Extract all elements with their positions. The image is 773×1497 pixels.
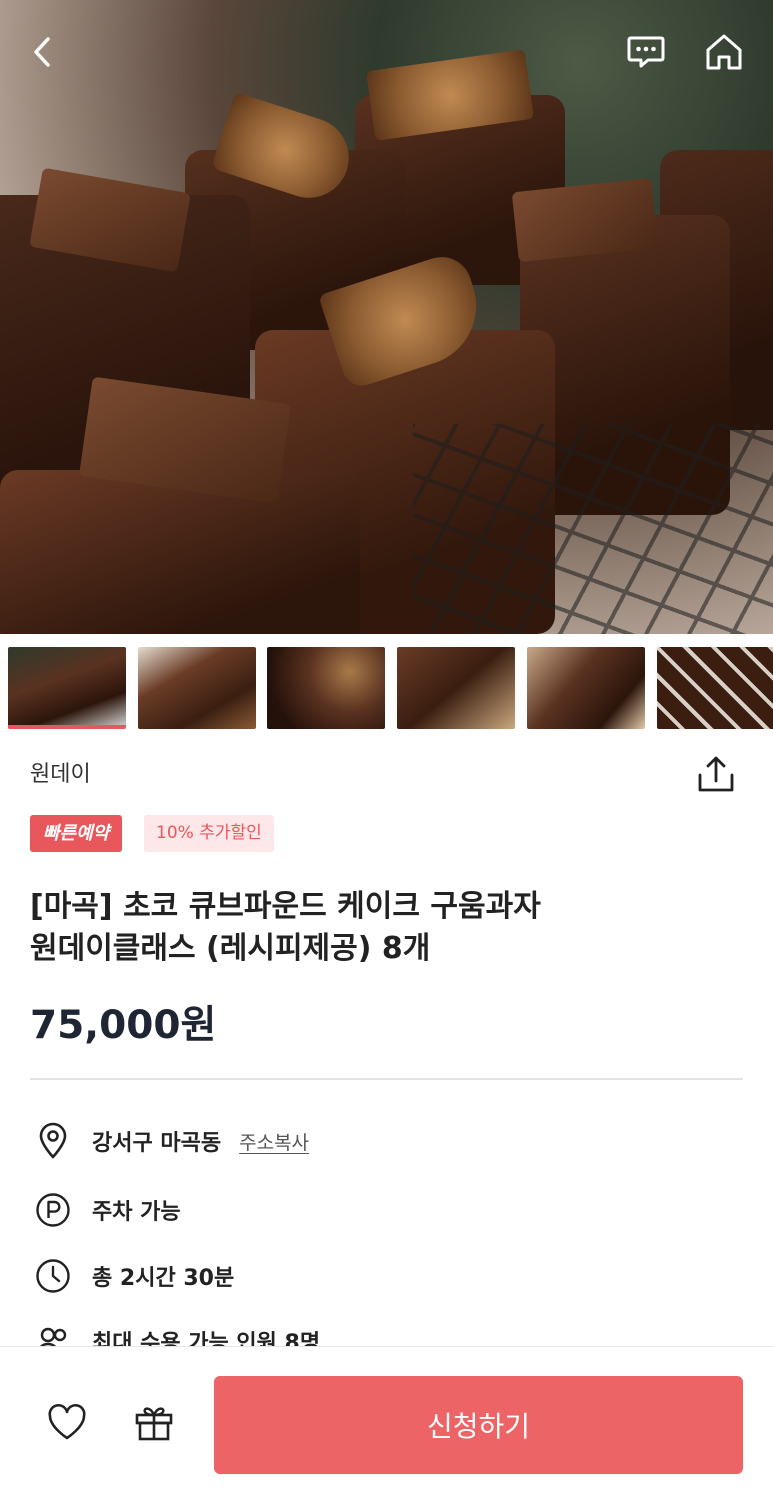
thumbnail-4[interactable] [397, 647, 515, 729]
parking-icon [34, 1191, 72, 1229]
clock-icon [34, 1257, 72, 1295]
thumbnail-6[interactable] [657, 647, 773, 729]
share-button[interactable] [694, 753, 738, 797]
chat-bubble-icon [627, 36, 665, 68]
fast-booking-badge: 빠른예약 [30, 815, 123, 852]
apply-button[interactable]: 신청하기 [214, 1376, 743, 1474]
hero-image [0, 0, 773, 634]
thumbnail-2[interactable] [138, 647, 256, 729]
parking-row: 주차 가능 [34, 1190, 181, 1230]
chevron-left-icon [34, 37, 50, 67]
shop-name[interactable]: 원데이 [30, 756, 91, 788]
heart-icon [48, 1403, 86, 1440]
product-title-line-1: [마곡] 초코 큐브파운드 케이크 구움과자 [30, 889, 541, 924]
thumbnail-1[interactable] [8, 647, 126, 729]
parking-text: 주차 가능 [92, 1200, 181, 1225]
location-pin-icon [34, 1122, 72, 1160]
discount-badge: 10% 추가할인 [144, 815, 274, 852]
thumbnail-3[interactable] [267, 647, 385, 729]
home-icon [706, 34, 742, 70]
gift-icon [135, 1407, 173, 1441]
product-title: [마곡] 초코 큐브파운드 케이크 구움과자 원데이클래스 (레시피제공) 8개 [30, 886, 730, 970]
copy-address-link[interactable]: 주소복사 [239, 1128, 309, 1155]
home-button[interactable] [702, 30, 746, 74]
duration-text: 총 2시간 30분 [92, 1266, 235, 1291]
divider [30, 1078, 743, 1080]
chat-button[interactable] [624, 30, 668, 74]
thumbnail-5[interactable] [527, 647, 645, 729]
location-text: 강서구 마곡동 [92, 1131, 222, 1156]
back-button[interactable] [20, 30, 64, 74]
thumbnail-strip [0, 647, 773, 731]
location-row: 강서구 마곡동 주소복사 [34, 1121, 309, 1161]
product-price: 75,000원 [30, 1003, 217, 1048]
share-icon [698, 756, 734, 792]
duration-row: 총 2시간 30분 [34, 1256, 234, 1296]
product-title-line-2: 원데이클래스 (레시피제공) 8개 [30, 931, 431, 966]
gift-button[interactable] [131, 1400, 177, 1446]
wishlist-button[interactable] [44, 1400, 90, 1446]
